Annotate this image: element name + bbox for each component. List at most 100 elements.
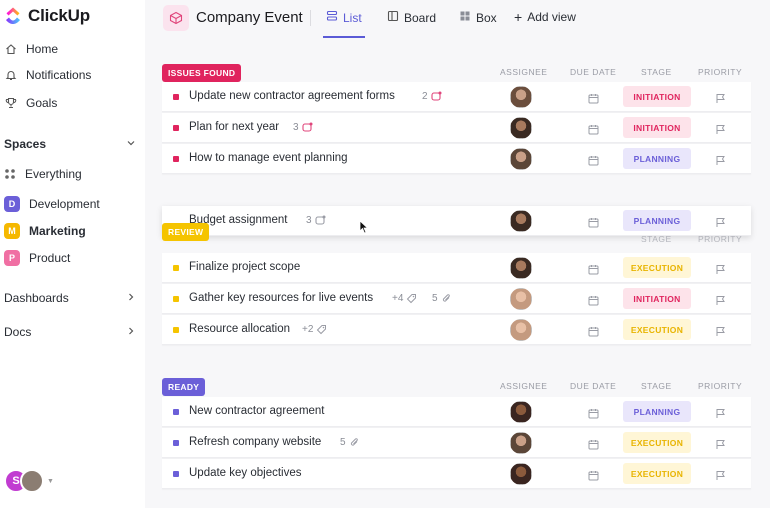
task-name[interactable]: New contractor agreement: [189, 405, 325, 417]
dragging-task-row[interactable]: Budget assignment 3 PLANNING: [162, 206, 751, 236]
flag-icon[interactable]: [715, 293, 726, 311]
assignee-avatar[interactable]: [510, 288, 532, 310]
task-name[interactable]: Refresh company website: [189, 436, 321, 448]
space-product[interactable]: P Product: [4, 250, 70, 266]
task-row[interactable]: New contractor agreement PLANNING: [162, 397, 751, 427]
tab-board[interactable]: Board: [387, 10, 436, 25]
col-due-date[interactable]: DUE DATE: [570, 67, 616, 77]
assignee-avatar[interactable]: [510, 463, 532, 485]
dashboards-header[interactable]: Dashboards: [4, 291, 136, 305]
stage-badge[interactable]: EXECUTION: [623, 257, 691, 278]
task-name[interactable]: How to manage event planning: [189, 152, 348, 164]
flag-icon[interactable]: [715, 215, 726, 233]
task-row[interactable]: Resource allocation +2 EXECUTION: [162, 315, 751, 345]
stage-badge[interactable]: INITIATION: [623, 288, 691, 309]
assignee-avatar[interactable]: [510, 319, 532, 341]
task-row[interactable]: How to manage event planning PLANNING: [162, 144, 751, 174]
task-name[interactable]: Finalize project scope: [189, 261, 300, 273]
space-marketing[interactable]: M Marketing: [4, 223, 86, 239]
stage-badge[interactable]: EXECUTION: [623, 319, 691, 340]
user-menu[interactable]: S ▼: [4, 469, 54, 493]
add-view-button[interactable]: + Add view: [514, 10, 576, 24]
clickup-logo[interactable]: ClickUp: [4, 6, 90, 26]
task-row[interactable]: Finalize project scope EXECUTION: [162, 253, 751, 283]
stage-badge[interactable]: INITIATION: [623, 117, 691, 138]
spaces-header[interactable]: Spaces: [4, 137, 136, 151]
calendar-icon[interactable]: [588, 293, 599, 311]
assignee-avatar[interactable]: [510, 117, 532, 139]
subtask-count[interactable]: 2: [422, 91, 442, 102]
flag-icon[interactable]: [715, 406, 726, 424]
calendar-icon[interactable]: [588, 153, 599, 171]
nav-goals-label: Goals: [26, 96, 58, 110]
tag-count[interactable]: +4: [392, 293, 417, 304]
calendar-icon[interactable]: [588, 468, 599, 486]
task-name[interactable]: Gather key resources for live events: [189, 292, 373, 304]
stage-badge[interactable]: EXECUTION: [623, 432, 691, 453]
tag-count[interactable]: +2: [302, 324, 327, 335]
space-development[interactable]: D Development: [4, 196, 100, 212]
task-name[interactable]: Plan for next year: [189, 121, 279, 133]
attachment-count[interactable]: 5: [340, 437, 360, 448]
stage-badge[interactable]: PLANNING: [623, 148, 691, 169]
task-name[interactable]: Update key objectives: [189, 467, 302, 479]
col-priority[interactable]: PRIORITY: [698, 381, 742, 391]
tab-box[interactable]: Box: [459, 10, 497, 25]
calendar-icon[interactable]: [588, 324, 599, 342]
assignee-avatar[interactable]: [510, 432, 532, 454]
calendar-icon[interactable]: [588, 91, 599, 109]
task-row[interactable]: Update new contractor agreement forms 2 …: [162, 82, 751, 112]
flag-icon[interactable]: [715, 468, 726, 486]
nav-goals[interactable]: Goals: [4, 96, 57, 110]
calendar-icon[interactable]: [588, 437, 599, 455]
group-label-ready[interactable]: READY: [162, 378, 206, 396]
caret-down-icon: ▼: [47, 477, 54, 485]
group-label-review[interactable]: REVIEW: [162, 223, 210, 241]
calendar-icon[interactable]: [588, 215, 599, 233]
tab-list[interactable]: List: [326, 10, 362, 25]
nav-notifications[interactable]: Notifications: [4, 68, 91, 82]
col-stage[interactable]: STAGE: [641, 234, 672, 244]
calendar-icon[interactable]: [588, 406, 599, 424]
stage-badge[interactable]: EXECUTION: [623, 463, 691, 484]
task-row[interactable]: Update key objectives EXECUTION: [162, 459, 751, 489]
subtask-count[interactable]: 3: [306, 215, 326, 226]
nav-home[interactable]: Home: [4, 42, 58, 56]
col-stage[interactable]: STAGE: [641, 381, 672, 391]
task-row[interactable]: Refresh company website 5 EXECUTION: [162, 428, 751, 458]
task-name[interactable]: Resource allocation: [189, 323, 290, 335]
assignee-avatar[interactable]: [510, 401, 532, 423]
flag-icon[interactable]: [715, 153, 726, 171]
col-assignee[interactable]: ASSIGNEE: [500, 67, 547, 77]
flag-icon[interactable]: [715, 324, 726, 342]
flag-icon[interactable]: [715, 437, 726, 455]
flag-icon[interactable]: [715, 122, 726, 140]
task-row[interactable]: Plan for next year 3 INITIATION: [162, 113, 751, 143]
calendar-icon[interactable]: [588, 262, 599, 280]
col-due-date[interactable]: DUE DATE: [570, 381, 616, 391]
clickup-logo-icon: [6, 7, 20, 24]
assignee-avatar[interactable]: [510, 86, 532, 108]
task-name[interactable]: Update new contractor agreement forms: [189, 90, 395, 102]
flag-icon[interactable]: [715, 91, 726, 109]
col-priority[interactable]: PRIORITY: [698, 67, 742, 77]
assignee-avatar[interactable]: [510, 210, 532, 232]
attachment-count[interactable]: 5: [432, 293, 452, 304]
col-priority[interactable]: PRIORITY: [698, 234, 742, 244]
spaces-label: Spaces: [4, 137, 47, 151]
stage-badge[interactable]: PLANNING: [623, 210, 691, 231]
flag-icon[interactable]: [715, 262, 726, 280]
calendar-icon[interactable]: [588, 122, 599, 140]
stage-badge[interactable]: INITIATION: [623, 86, 691, 107]
assignee-avatar[interactable]: [510, 148, 532, 170]
stage-badge[interactable]: PLANNING: [623, 401, 691, 422]
space-badge: P: [4, 250, 20, 266]
space-everything[interactable]: Everything: [4, 167, 82, 181]
col-stage[interactable]: STAGE: [641, 67, 672, 77]
docs-header[interactable]: Docs: [4, 325, 136, 339]
col-assignee[interactable]: ASSIGNEE: [500, 381, 547, 391]
task-row[interactable]: Gather key resources for live events +4 …: [162, 284, 751, 314]
assignee-avatar[interactable]: [510, 257, 532, 279]
group-label-issues-found[interactable]: ISSUES FOUND: [162, 64, 242, 82]
subtask-count[interactable]: 3: [293, 122, 313, 133]
